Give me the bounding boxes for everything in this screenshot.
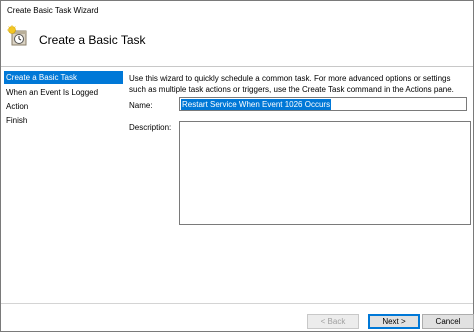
name-label: Name: [129,101,153,110]
task-scheduler-clock-icon [7,25,29,47]
footer-divider [1,303,473,304]
wizard-header: Create a Basic Task [1,21,473,59]
description-label: Description: [129,123,172,132]
intro-line-2: such as multiple task actions or trigger… [129,85,454,94]
nav-item-create-basic-task[interactable]: Create a Basic Task [4,71,123,84]
nav-item-action[interactable]: Action [4,100,123,113]
name-field-value[interactable]: Restart Service When Event 1026 Occurs [181,99,332,110]
back-button[interactable]: < Back [307,314,359,329]
description-field[interactable] [179,121,471,225]
cancel-button[interactable]: Cancel [422,314,474,329]
intro-line-1: Use this wizard to quickly schedule a co… [129,74,451,83]
window-title: Create Basic Task Wizard [7,6,99,15]
next-button[interactable]: Next > [368,314,420,329]
intro-text: Use this wizard to quickly schedule a co… [129,73,469,95]
header-divider [1,66,473,67]
wizard-window: Create Basic Task Wizard Create a Basic … [0,0,474,332]
page-title: Create a Basic Task [39,33,146,47]
title-bar[interactable]: Create Basic Task Wizard [1,1,473,21]
nav-item-finish[interactable]: Finish [4,114,123,127]
wizard-steps-nav: Create a Basic Task When an Event Is Log… [1,71,123,301]
nav-item-when-event-logged[interactable]: When an Event Is Logged [4,86,123,99]
name-field[interactable]: Restart Service When Event 1026 Occurs [179,97,467,111]
